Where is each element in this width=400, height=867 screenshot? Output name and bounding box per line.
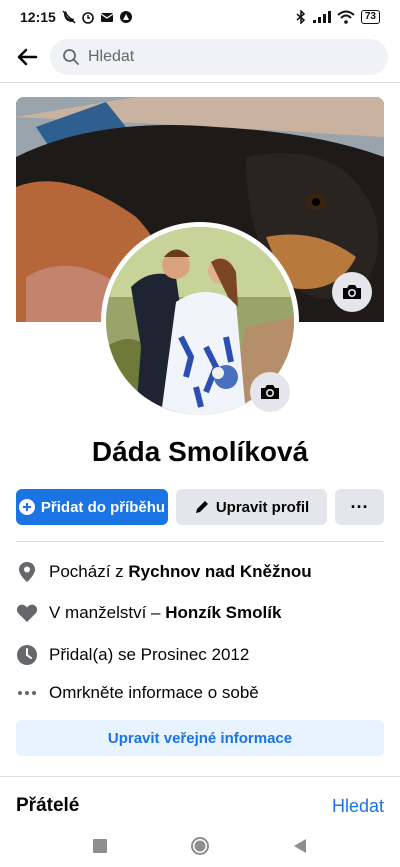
detail-about[interactable]: Omrkněte informace o sobě [16, 679, 384, 707]
mail-icon [100, 13, 114, 22]
status-right-icons: 73 [295, 10, 380, 24]
add-to-story-button[interactable]: Přidat do příběhu [16, 489, 168, 525]
status-left-icons [62, 10, 133, 24]
app-icon [119, 11, 132, 23]
wifi-icon [337, 10, 355, 24]
avatar-camera-button[interactable] [250, 372, 290, 412]
more-options-button[interactable]: ··· [335, 489, 384, 525]
friends-divider [0, 776, 400, 777]
about-text: Omrkněte informace o sobě [49, 683, 259, 702]
camera-icon [261, 385, 279, 399]
edit-profile-label: Upravit profil [215, 498, 310, 516]
relationship-partner[interactable]: Honzík Smolík [165, 603, 281, 623]
friends-heading: Přátelé [16, 795, 80, 816]
camera-icon [343, 285, 361, 299]
alarm-icon [82, 12, 94, 24]
detail-relationship: V manželství – Honzík Smolík [16, 599, 384, 627]
search-placeholder: Hledat [88, 48, 135, 65]
add-to-story-label: Přidat do příběhu [40, 498, 166, 516]
search-input[interactable]: Hledat [50, 39, 388, 75]
recents-button[interactable] [88, 834, 112, 858]
more-label: ··· [350, 496, 369, 517]
home-button[interactable] [188, 834, 212, 858]
bluetooth-icon [296, 10, 305, 24]
triangle-back-icon [294, 839, 306, 853]
relationship-prefix: V manželství – [49, 603, 161, 622]
back-nav-button[interactable] [288, 834, 312, 858]
hometown-prefix: Pochází z [49, 562, 124, 581]
hometown-place[interactable]: Rychnov nad Kněžnou [128, 562, 311, 582]
pencil-icon [195, 501, 208, 513]
profile-name: Dáda Smolíková [91, 436, 309, 467]
location-pin-icon [16, 561, 38, 583]
edit-profile-button[interactable]: Upravit profil [176, 489, 327, 525]
detail-hometown: Pochází z Rychnov nad Kněžnou [16, 558, 384, 586]
search-icon [62, 48, 80, 66]
cover-camera-button[interactable] [332, 272, 372, 312]
plus-circle-icon [18, 499, 35, 515]
header-divider [0, 82, 400, 83]
profile-actions: Přidat do příběhu Upravit profil ··· [16, 489, 384, 525]
status-bar: 12:15 73 [0, 0, 400, 34]
edit-public-info-button[interactable]: Upravit veřejné informace [16, 720, 384, 756]
status-time: 12:15 [20, 9, 56, 25]
joined-text: Přidal(a) se Prosinec 2012 [49, 645, 250, 664]
friends-search-link[interactable]: Hledat [332, 796, 384, 817]
heart-icon [16, 603, 38, 623]
back-button[interactable] [12, 42, 42, 72]
clock-icon [16, 645, 38, 665]
circle-icon [191, 837, 209, 855]
phone-off-icon [62, 10, 76, 24]
section-divider [16, 541, 384, 542]
ellipsis-icon [16, 690, 38, 696]
signal-icon [312, 11, 331, 23]
edit-public-info-label: Upravit veřejné informace [107, 729, 293, 747]
top-header: Hledat [0, 34, 400, 80]
battery-icon: 73 [360, 10, 380, 24]
detail-joined: Přidal(a) se Prosinec 2012 [16, 641, 384, 669]
square-icon [93, 839, 107, 853]
system-nav-bar [0, 825, 400, 867]
arrow-left-icon [17, 48, 38, 66]
